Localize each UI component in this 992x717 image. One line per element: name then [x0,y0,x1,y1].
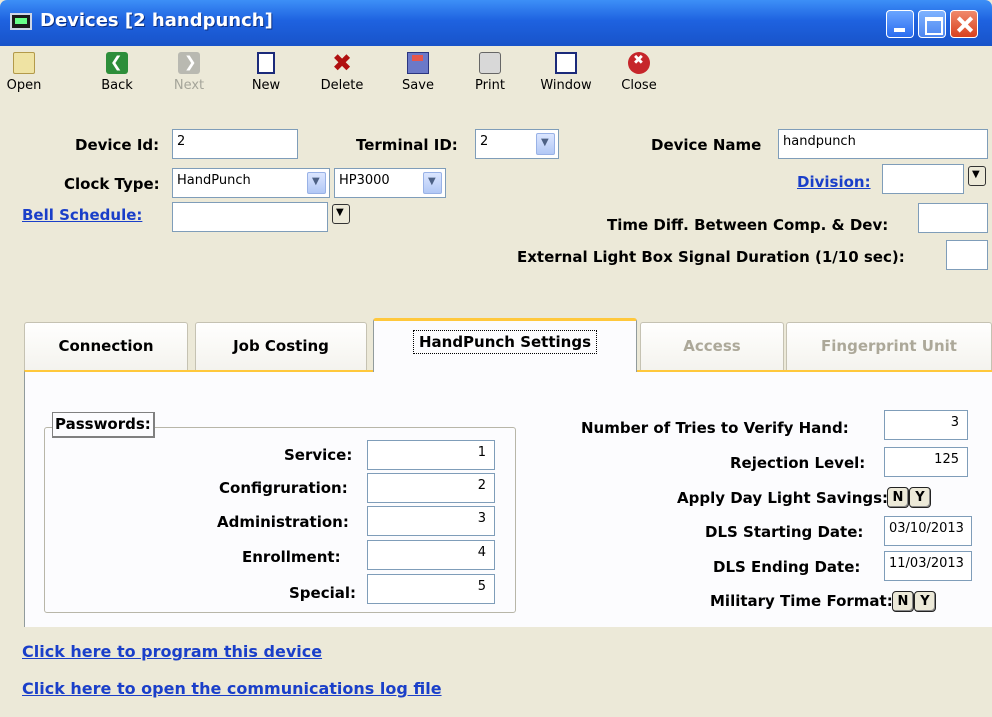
window-button[interactable]: Window [533,52,599,93]
title-bar[interactable]: Devices [2 handpunch] [0,0,992,46]
dropdown-arrow-icon[interactable] [536,133,555,155]
bell-schedule-field[interactable] [172,202,328,232]
configuration-password-field[interactable]: 2 [367,473,495,503]
dls-end-label: DLS Ending Date: [713,558,861,576]
window-title: Devices [2 handpunch] [40,10,273,31]
tab-connection[interactable]: Connection [24,322,188,370]
rejection-field[interactable]: 125 [884,447,968,477]
next-arrow-icon [178,52,200,74]
enrollment-password-field[interactable]: 4 [367,540,495,570]
new-document-icon [257,52,275,74]
light-box-label: External Light Box Signal Duration (1/10… [517,248,905,266]
open-folder-icon [13,52,35,74]
division-picker-icon[interactable] [968,166,986,186]
device-id-field[interactable]: 2 [172,129,298,159]
clock-type-value: HandPunch [177,173,251,188]
clock-model-select[interactable]: HP3000 [334,168,446,198]
dls-no-button[interactable]: N [887,487,909,508]
terminal-id-label: Terminal ID: [356,136,458,154]
passwords-legend: Passwords: [52,412,155,438]
delete-button[interactable]: Delete [314,49,370,93]
tab-access[interactable]: Access [640,322,784,370]
configuration-label: Configruration: [219,479,348,497]
delete-x-icon [331,49,353,77]
dls-start-label: DLS Starting Date: [705,523,864,541]
communications-log-link[interactable]: Click here to open the communications lo… [22,679,442,698]
military-yes-button[interactable]: Y [914,591,936,612]
time-diff-label: Time Diff. Between Comp. & Dev: [607,216,889,234]
bell-schedule-link[interactable]: Bell Schedule: [22,206,142,224]
service-password-field[interactable]: 1 [367,440,495,470]
tab-handpunch-settings[interactable]: HandPunch Settings [373,318,637,372]
bell-schedule-picker-icon[interactable] [332,204,350,224]
clock-type-select[interactable]: HandPunch [172,168,330,198]
print-button[interactable]: Print [470,52,510,93]
terminal-id-select[interactable]: 2 [475,129,559,159]
app-icon [10,13,32,30]
enrollment-label: Enrollment: [242,548,341,566]
rejection-label: Rejection Level: [730,454,866,472]
administration-password-field[interactable]: 3 [367,506,495,536]
close-circle-icon [628,52,650,74]
dropdown-arrow-icon[interactable] [423,172,442,194]
division-field[interactable] [882,164,964,194]
program-device-link[interactable]: Click here to program this device [22,642,322,661]
window-icon [555,52,577,74]
toolbar: Open Back Next New Delete Save Print Win… [0,46,992,114]
device-name-label: Device Name [651,136,762,154]
device-id-label: Device Id: [75,136,160,154]
back-button[interactable]: Back [97,52,137,93]
tab-handpunch-settings-label: HandPunch Settings [412,330,598,354]
dropdown-arrow-icon[interactable] [307,172,326,194]
special-password-field[interactable]: 5 [367,574,495,604]
terminal-id-value: 2 [480,134,489,149]
dls-yes-button[interactable]: Y [909,487,931,508]
dls-end-field[interactable]: 11/03/2013 [884,551,972,581]
division-link[interactable]: Division: [797,173,871,191]
tries-label: Number of Tries to Verify Hand: [581,419,849,437]
device-name-field[interactable]: handpunch [778,129,988,159]
tries-field[interactable]: 3 [884,410,968,440]
time-diff-field[interactable] [918,203,988,233]
printer-icon [479,52,501,74]
military-no-button[interactable]: N [892,591,914,612]
next-button[interactable]: Next [169,52,209,93]
dls-label: Apply Day Light Savings: [677,489,889,507]
clock-model-value: HP3000 [339,173,390,188]
open-button[interactable]: Open [4,52,44,93]
save-disk-icon [407,52,429,74]
light-box-field[interactable] [946,240,988,270]
close-window-button[interactable] [950,10,978,38]
tab-job-costing[interactable]: Job Costing [195,322,367,370]
back-arrow-icon [106,52,128,74]
save-button[interactable]: Save [396,52,440,93]
service-label: Service: [284,446,353,464]
administration-label: Administration: [217,513,349,531]
dls-start-field[interactable]: 03/10/2013 [884,516,972,546]
military-time-label: Military Time Format: [710,592,893,610]
minimize-button[interactable] [886,10,914,38]
special-label: Special: [289,584,357,602]
clock-type-label: Clock Type: [64,175,160,193]
tab-fingerprint-unit[interactable]: Fingerprint Unit [786,322,992,370]
new-button[interactable]: New [246,52,286,93]
close-button[interactable]: Close [617,52,661,93]
maximize-button[interactable] [918,10,946,38]
